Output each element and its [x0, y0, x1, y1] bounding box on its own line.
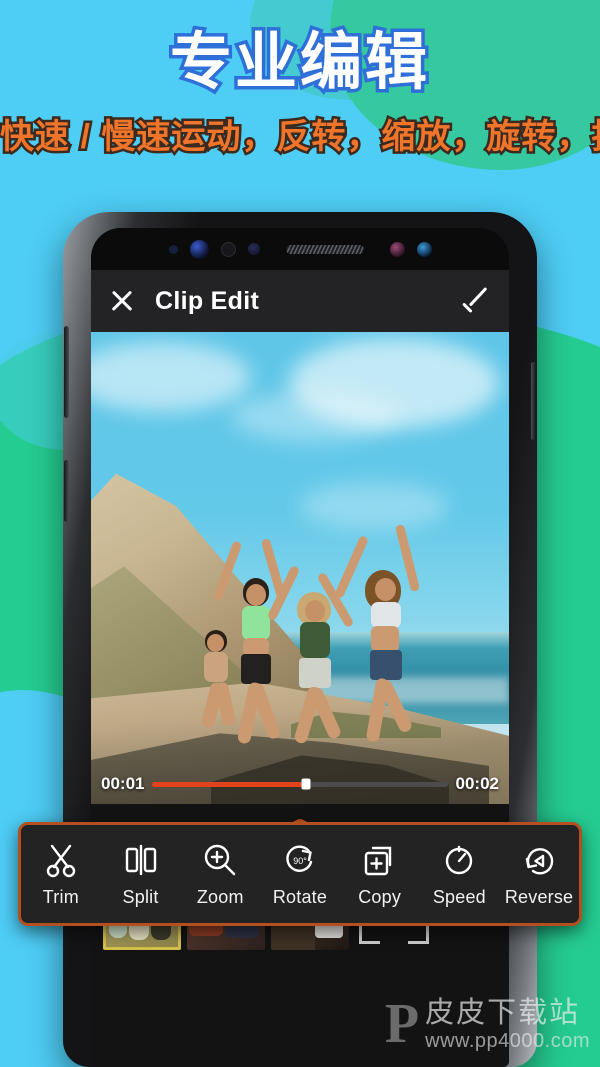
toolbar-label: Trim	[42, 887, 79, 907]
phone-power-button	[531, 362, 536, 440]
scissors-icon	[41, 840, 81, 880]
video-preview[interactable]: 00:01 00:02	[91, 332, 509, 804]
toolbar-item-zoom[interactable]: Zoom	[182, 840, 258, 908]
scene-cloud	[299, 482, 449, 530]
playback-scrubber[interactable]	[152, 778, 448, 790]
time-total-label: 00:02	[455, 774, 499, 793]
front-camera-icon	[189, 239, 209, 259]
phone-volume-up-button	[64, 326, 69, 418]
close-icon[interactable]	[109, 288, 135, 314]
promo-headline: 专业编辑	[166, 26, 430, 98]
toolbar-item-trim[interactable]: Trim	[23, 840, 99, 908]
toolbar-item-speed[interactable]: Speed	[421, 840, 497, 908]
playback-timeline[interactable]: 00:01 00:02	[91, 764, 509, 804]
promo-subline: 快速 / 慢速运动，反转，缩放，旋转，拆分	[0, 116, 600, 159]
playback-progress-fill	[152, 781, 306, 787]
promo-text-block: 专业编辑 快速 / 慢速运动，反转，缩放，旋转，拆分	[0, 26, 600, 159]
toolbar-label: Zoom	[196, 887, 244, 907]
watermark-text: 皮皮下载站 www.pp4000.com	[425, 997, 590, 1053]
phone-screen: Clip Edit 00:01 00:02	[91, 228, 509, 1067]
phone-top-bezel	[91, 228, 509, 270]
proximity-sensor-icon	[247, 243, 260, 255]
toolbar-label: Reverse	[504, 887, 574, 907]
time-current-label: 00:01	[101, 774, 145, 793]
rotate-badge: 90°	[293, 856, 307, 866]
clip-edit-toolbar: Trim Split Zoom 90° Rotate Copy Speed Re…	[18, 822, 582, 926]
toolbar-item-rotate[interactable]: 90° Rotate	[262, 840, 338, 908]
promo-screenshot: 专业编辑 快速 / 慢速运动，反转，缩放，旋转，拆分 Clip Edit 00:…	[0, 0, 600, 1067]
toolbar-label: Split	[122, 887, 159, 907]
led-indicator-icon	[389, 241, 405, 257]
toolbar-label: Rotate	[272, 887, 328, 907]
toolbar-label: Speed	[432, 887, 486, 907]
app-top-bar: Clip Edit	[91, 270, 509, 332]
site-watermark: P 皮皮下载站 www.pp4000.com	[385, 997, 590, 1053]
iris-scanner-icon	[220, 241, 236, 257]
page-title: Clip Edit	[155, 286, 260, 315]
copy-plus-icon	[360, 840, 400, 880]
check-icon[interactable]	[463, 290, 491, 312]
split-icon	[121, 840, 161, 880]
rotate-90-icon: 90°	[280, 840, 320, 880]
phone-mockup: Clip Edit 00:01 00:02	[63, 212, 537, 1067]
playback-scrubber-handle[interactable]	[301, 778, 311, 790]
toolbar-item-split[interactable]: Split	[103, 840, 179, 908]
scene-cloud	[231, 392, 401, 442]
watermark-logo: P	[384, 993, 420, 1056]
watermark-site-url: www.pp4000.com	[425, 1030, 590, 1052]
sensor-icon	[168, 244, 178, 254]
reverse-arrow-icon	[519, 840, 559, 880]
toolbar-item-copy[interactable]: Copy	[342, 840, 418, 908]
magnifier-plus-icon	[200, 840, 240, 880]
video-frame	[91, 332, 509, 804]
toolbar-item-reverse[interactable]: Reverse	[501, 840, 577, 908]
frame-corner	[408, 923, 429, 944]
toolbar-label: Copy	[358, 887, 402, 907]
light-sensor-icon	[416, 241, 432, 257]
speedometer-icon	[439, 840, 479, 880]
earpiece-speaker-icon	[285, 244, 364, 254]
frame-corner	[359, 923, 380, 944]
watermark-site-name: 皮皮下载站	[425, 996, 581, 1029]
phone-volume-down-button	[64, 460, 69, 522]
